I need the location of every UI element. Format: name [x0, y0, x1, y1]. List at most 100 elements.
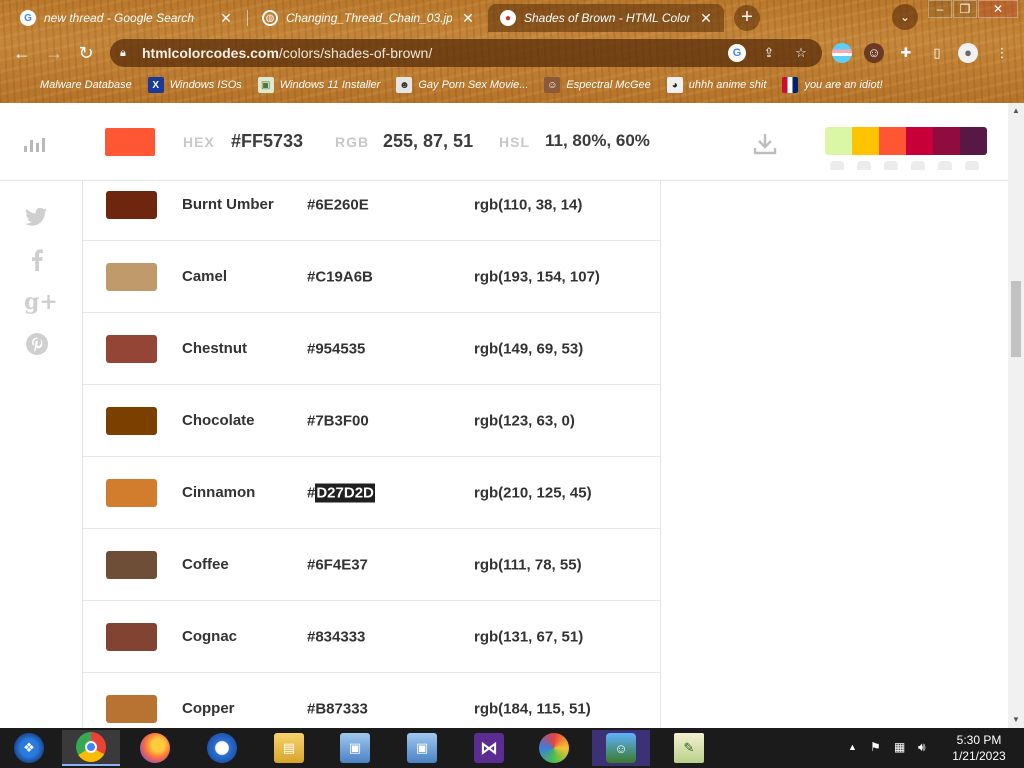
- page-scrollbar[interactable]: ▲ ▼: [1008, 103, 1024, 728]
- bookmark-windows-11-installer[interactable]: ▣ Windows 11 Installer: [257, 77, 380, 93]
- extensions-puzzle-icon[interactable]: ✚: [896, 43, 916, 63]
- palette-swatch[interactable]: [933, 127, 960, 155]
- taskbar-installer[interactable]: ▣: [326, 730, 384, 766]
- color-rgb[interactable]: rgb(149, 69, 53): [474, 340, 583, 357]
- palette-swatch[interactable]: [825, 127, 852, 155]
- color-rgb[interactable]: rgb(131, 67, 51): [474, 628, 583, 645]
- rgb-value[interactable]: 255, 87, 51: [383, 131, 473, 152]
- lock-icon[interactable]: [965, 161, 979, 170]
- tab-search-button[interactable]: ⌄: [892, 4, 918, 30]
- pinterest-icon[interactable]: [24, 331, 50, 357]
- taskbar-chrome[interactable]: [62, 730, 120, 766]
- start-button[interactable]: ❖: [0, 730, 58, 766]
- volume-icon[interactable]: 🔊︎: [918, 740, 926, 755]
- taskbar-visual-studio[interactable]: ⋈: [460, 730, 518, 766]
- bookmark-malware-database[interactable]: Malware Database: [18, 77, 132, 93]
- palette-swatch[interactable]: [879, 127, 906, 155]
- color-palette[interactable]: [825, 127, 987, 155]
- taskbar-edge[interactable]: [193, 730, 251, 766]
- menu-kebab-icon[interactable]: ⋮: [992, 43, 1012, 63]
- color-hex[interactable]: #6E260E: [307, 196, 369, 213]
- bookmark-windows-isos[interactable]: X Windows ISOs: [147, 77, 242, 93]
- lock-icon[interactable]: [830, 161, 844, 170]
- taskbar-paint[interactable]: [525, 730, 583, 766]
- facebook-icon[interactable]: [24, 247, 50, 273]
- palette-swatch[interactable]: [906, 127, 933, 155]
- lock-icon[interactable]: [938, 161, 952, 170]
- color-swatch[interactable]: [106, 478, 157, 507]
- taskbar-file-explorer[interactable]: ▤: [260, 730, 318, 766]
- profile-icon[interactable]: ●: [958, 43, 978, 63]
- share-icon[interactable]: ⇪: [760, 44, 778, 62]
- color-rgb[interactable]: rgb(110, 38, 14): [474, 196, 582, 213]
- taskbar-notepad[interactable]: ✎: [660, 730, 718, 766]
- extension-avatar-icon[interactable]: ☺: [864, 43, 884, 63]
- tab-google-search[interactable]: G new thread - Google Search ✕: [8, 4, 244, 32]
- back-button[interactable]: ←: [10, 41, 34, 65]
- color-hex[interactable]: #7B3F00: [307, 412, 369, 429]
- scroll-down-arrow-icon[interactable]: ▼: [1008, 712, 1024, 728]
- color-rgb[interactable]: rgb(210, 125, 45): [474, 484, 592, 501]
- color-swatch[interactable]: [106, 190, 157, 219]
- color-swatch[interactable]: [106, 550, 157, 579]
- color-hex[interactable]: #C19A6B: [307, 268, 373, 285]
- color-rgb[interactable]: rgb(111, 78, 55): [474, 556, 582, 573]
- taskbar-firefox[interactable]: [126, 730, 184, 766]
- bookmark-movie[interactable]: ☻ Gay Porn Sex Movie...: [396, 77, 528, 93]
- close-window-button[interactable]: ✕: [978, 0, 1018, 18]
- color-swatch[interactable]: [106, 406, 157, 435]
- bookmark-you-are-an-idiot[interactable]: you are an idiot!: [782, 77, 883, 93]
- scroll-up-arrow-icon[interactable]: ▲: [1008, 103, 1024, 119]
- color-rgb[interactable]: rgb(184, 115, 51): [474, 700, 591, 717]
- reload-button[interactable]: ↻: [74, 41, 98, 65]
- extension-flag-icon[interactable]: [832, 43, 852, 63]
- hex-value[interactable]: #FF5733: [231, 131, 303, 152]
- network-icon[interactable]: ▦: [894, 740, 905, 754]
- twitter-icon[interactable]: [24, 204, 50, 230]
- color-swatch[interactable]: [106, 622, 157, 651]
- bookmark-espectral-mcgee[interactable]: ☺ Espectral McGee: [544, 77, 651, 93]
- palette-swatch[interactable]: [960, 127, 987, 155]
- taskbar-installer-2[interactable]: ▣: [393, 730, 451, 766]
- address-bar[interactable]: 🔒︎ htmlcolorcodes.com/colors/shades-of-b…: [110, 39, 822, 67]
- color-swatch[interactable]: [106, 262, 157, 291]
- palette-swatch[interactable]: [852, 127, 879, 155]
- color-swatch[interactable]: [106, 334, 157, 363]
- close-tab-icon[interactable]: ✕: [460, 10, 476, 27]
- lock-icon[interactable]: [911, 161, 925, 170]
- close-tab-icon[interactable]: ✕: [698, 10, 714, 27]
- close-tab-icon[interactable]: ✕: [218, 10, 234, 27]
- new-tab-button[interactable]: +: [734, 5, 760, 31]
- lock-icon[interactable]: [857, 161, 871, 170]
- system-clock[interactable]: 5:30 PM 1/21/2023: [946, 732, 1012, 764]
- google-lens-icon[interactable]: G: [728, 44, 746, 62]
- show-hidden-icons-icon[interactable]: ▲: [848, 742, 857, 752]
- side-panel-icon[interactable]: ▯: [927, 43, 947, 63]
- tab-image[interactable]: ◍ Changing_Thread_Chain_03.jpg ( ✕: [250, 4, 486, 32]
- bookmark-label: you are an idiot!: [804, 79, 883, 91]
- taskbar-messenger[interactable]: ☺: [592, 730, 650, 766]
- bookmark-anime[interactable]: ◕ uhhh anime shit: [666, 77, 766, 93]
- minimize-button[interactable]: –: [928, 0, 952, 18]
- color-swatch[interactable]: [106, 694, 157, 723]
- color-rgb[interactable]: rgb(123, 63, 0): [474, 412, 575, 429]
- bookmark-star-icon[interactable]: ☆: [792, 44, 810, 62]
- color-hex[interactable]: #6F4E37: [307, 556, 368, 573]
- color-hex[interactable]: #834333: [307, 628, 365, 645]
- current-color-swatch[interactable]: [105, 128, 155, 156]
- google-plus-icon[interactable]: g+: [24, 289, 58, 315]
- forward-button[interactable]: →: [42, 41, 66, 65]
- download-icon[interactable]: [752, 131, 778, 157]
- scrollbar-thumb[interactable]: [1011, 281, 1021, 357]
- tab-shades-of-brown[interactable]: ● Shades of Brown - HTML Color C ✕: [488, 4, 724, 32]
- action-center-flag-icon[interactable]: ⚑: [870, 740, 881, 754]
- color-hex[interactable]: #B87333: [307, 700, 368, 717]
- color-rgb[interactable]: rgb(193, 154, 107): [474, 268, 600, 285]
- color-hex[interactable]: #954535: [307, 340, 365, 357]
- globe-icon: ◍: [262, 10, 278, 26]
- color-hex[interactable]: #D27D2D: [307, 483, 375, 502]
- hsl-value[interactable]: 11, 80%, 60%: [545, 131, 650, 151]
- lock-icon[interactable]: [884, 161, 898, 170]
- restore-button[interactable]: ❐: [953, 0, 977, 18]
- signal-bars-icon[interactable]: [24, 136, 45, 152]
